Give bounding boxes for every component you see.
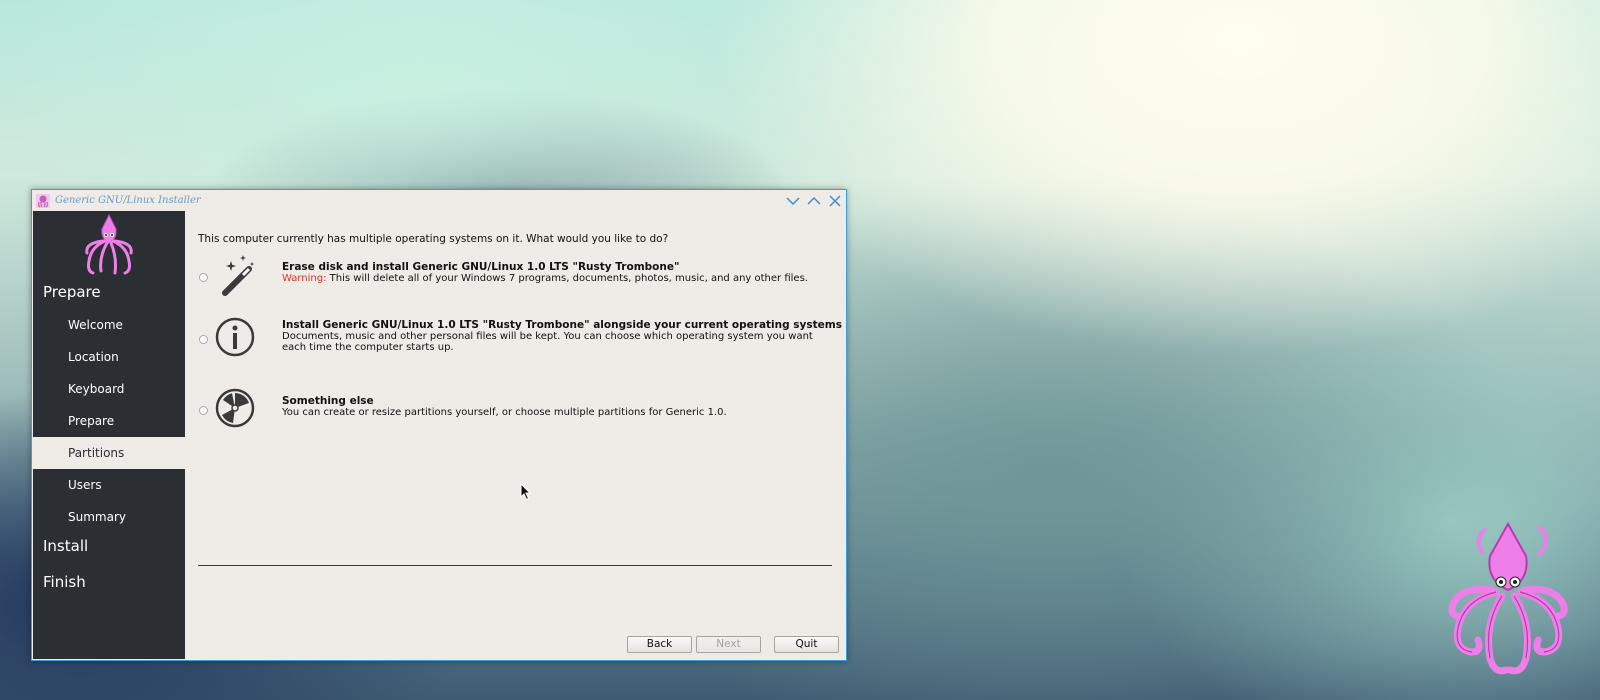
warning-label: Warning:: [282, 273, 327, 284]
something-else-title: Something else: [282, 395, 374, 407]
partition-disk-icon: [215, 388, 255, 428]
sidebar-item-partitions: Partitions: [33, 437, 185, 469]
magic-wand-icon: [222, 255, 254, 296]
something-else-radio[interactable]: [199, 406, 208, 415]
erase-disk-description: Warning: This will delete all of your Wi…: [282, 273, 822, 284]
info-icon: [215, 317, 255, 357]
something-else-description: You can create or resize partitions your…: [282, 407, 727, 418]
close-button[interactable]: [826, 192, 843, 209]
sidebar-item-keyboard: Keyboard: [68, 382, 125, 396]
mouse-cursor-icon: [520, 483, 532, 501]
sidebar-item-welcome: Welcome: [68, 318, 123, 332]
installer-window: Generic GNU/Linux Installer Prepare Welc…: [31, 189, 847, 661]
partition-options-panel: This computer currently has multiple ope…: [185, 211, 846, 660]
back-button[interactable]: Back: [627, 636, 692, 653]
erase-disk-title: Erase disk and install Generic GNU/Linux…: [282, 261, 680, 273]
warning-text: This will delete all of your Windows 7 p…: [326, 273, 808, 284]
sidebar-item-users: Users: [68, 478, 102, 492]
squid-app-icon: [36, 193, 50, 208]
section-prepare: Prepare: [43, 283, 101, 301]
close-icon: [828, 194, 841, 207]
section-finish: Finish: [43, 573, 86, 591]
minimize-button[interactable]: [784, 192, 801, 209]
sidebar-item-summary: Summary: [68, 510, 126, 524]
sidebar-item-location: Location: [68, 350, 119, 364]
sidebar: Prepare Welcome Location Keyboard Prepar…: [33, 211, 185, 659]
next-button: Next: [696, 636, 761, 653]
install-alongside-description: Documents, music and other personal file…: [282, 331, 813, 353]
chevron-down-icon: [785, 196, 800, 205]
quit-button[interactable]: Quit: [774, 636, 839, 653]
install-alongside-radio[interactable]: [199, 335, 208, 344]
window-title: Generic GNU/Linux Installer: [55, 195, 201, 206]
chevron-up-icon: [806, 196, 821, 205]
title-bar[interactable]: Generic GNU/Linux Installer: [32, 190, 846, 211]
squid-logo-icon: [85, 213, 133, 275]
squid-mascot-icon: [1448, 521, 1568, 675]
erase-disk-radio[interactable]: [199, 273, 208, 282]
install-alongside-title: Install Generic GNU/Linux 1.0 LTS "Rusty…: [282, 319, 842, 331]
maximize-button[interactable]: [805, 192, 822, 209]
section-install: Install: [43, 537, 89, 555]
options-divider: [198, 565, 832, 566]
page-question: This computer currently has multiple ope…: [198, 233, 669, 245]
sidebar-item-prepare: Prepare: [68, 414, 115, 428]
